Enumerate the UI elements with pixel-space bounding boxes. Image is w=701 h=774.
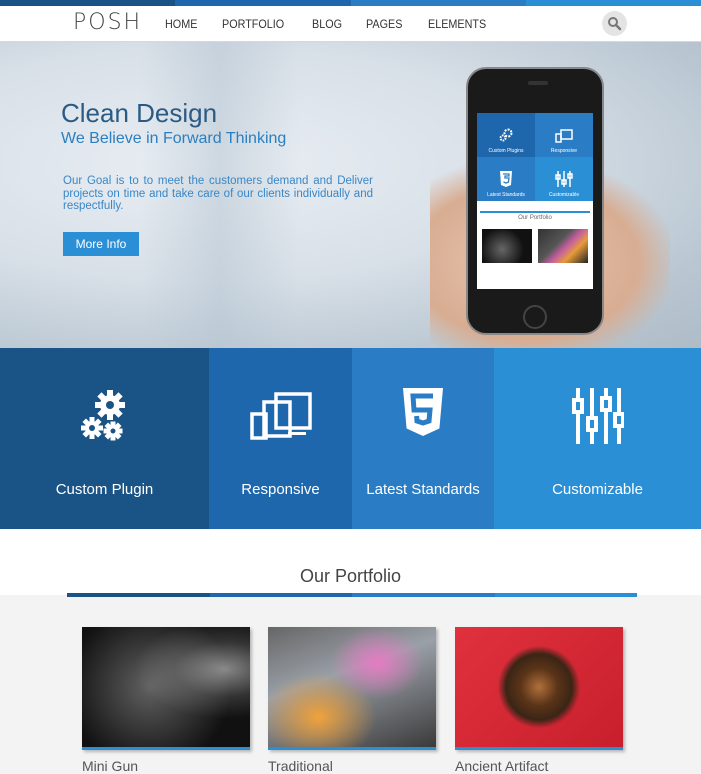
feature-responsive[interactable]: Responsive [209,348,352,529]
portfolio-title: Our Portfolio [299,566,402,586]
feature-label: Customizable [552,481,643,498]
sliders-icon [571,388,624,444]
hero-title: Clean Design [61,98,218,128]
features-strip: Custom Plugin Responsive Latest Standard… [0,348,701,529]
feature-label: Latest Standards [366,481,480,498]
main-menu: HOME PORTFOLIO BLOG PAGES ELEMENTS [165,17,514,31]
sliders-icon [555,171,573,187]
navbar: POSH HOME PORTFOLIO BLOG PAGES ELEMENTS [0,6,701,42]
hero-banner: Clean Design We Believe in Forward Think… [0,42,701,348]
portfolio-item-accent [82,747,250,750]
portfolio-caption[interactable]: Mini Gun [82,758,138,774]
phone-tile-label: Custom Plugins [488,148,524,154]
portfolio-image-traditional [268,627,436,747]
phone-thumbnails [482,229,593,263]
phone-tile-label: Customizable [548,192,580,198]
feature-custom-plugin[interactable]: Custom Plugin [0,348,209,529]
feature-customizable[interactable]: Customizable [494,348,701,529]
portfolio-item-accent [268,747,436,750]
more-info-button[interactable]: More Info [63,232,139,256]
feature-label: Responsive [241,481,320,498]
feature-label: Custom Plugin [55,481,154,498]
phone-screen: Custom Plugins Responsive Latest Standar… [477,113,593,289]
phone-tile-label: Latest Standards [487,192,525,198]
hero-subtitle: We Believe in Forward Thinking [61,130,287,147]
portfolio-image-mini-gun [82,627,250,747]
devices-icon [249,392,312,440]
nav-elements[interactable]: ELEMENTS [428,17,486,31]
html5-icon [500,171,512,187]
hero-body: Our Goal is to to meet the customers dem… [63,175,373,212]
portfolio-item[interactable] [268,627,436,750]
portfolio-title-underline [67,593,637,597]
portfolio-item-accent [455,747,623,750]
feature-latest-standards[interactable]: Latest Standards [352,348,494,529]
portfolio-item[interactable] [455,627,623,750]
phone-home-button [523,305,547,329]
portfolio-item[interactable] [82,627,250,750]
nav-pages[interactable]: PAGES [366,17,402,31]
site-logo[interactable]: POSH [73,10,142,35]
phone-speaker [528,81,548,85]
devices-icon [555,129,573,143]
phone-mockup: Custom Plugins Responsive Latest Standar… [466,67,604,335]
phone-tile-plugins: Custom Plugins [477,113,535,157]
phone-tile-responsive: Responsive [535,113,593,157]
phone-thumb [538,229,588,263]
gears-icon [499,128,513,142]
nav-home[interactable]: HOME [165,17,197,31]
gears-icon [80,390,125,441]
phone-tile-label: Responsive [550,148,578,154]
phone-tile-customizable: Customizable [535,157,593,201]
phone-portfolio-label: Our Portfolio [480,211,590,221]
search-button[interactable] [602,11,627,36]
portfolio-image-ancient-artifact [455,627,623,747]
portfolio-caption[interactable]: Ancient Artifact [455,758,548,774]
nav-blog[interactable]: BLOG [312,17,342,31]
html5-icon [403,388,443,436]
phone-thumb [482,229,532,263]
phone-tile-standards: Latest Standards [477,157,535,201]
nav-portfolio[interactable]: PORTFOLIO [222,17,284,31]
portfolio-caption[interactable]: Traditional [268,758,333,774]
search-icon [608,17,622,31]
